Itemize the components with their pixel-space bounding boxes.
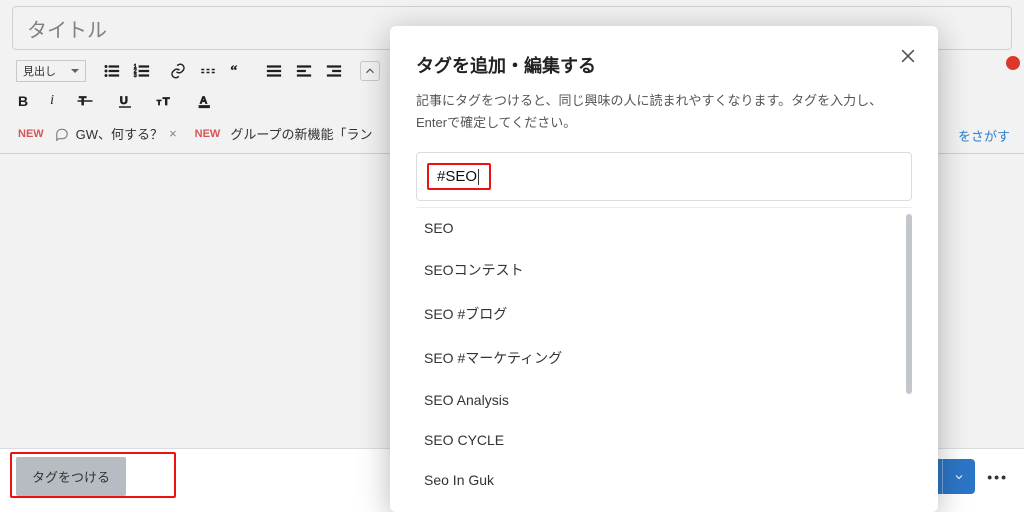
tag-option[interactable]: SEO #マーケティング xyxy=(416,336,912,380)
add-tag-button[interactable]: タグをつける xyxy=(16,457,126,496)
tag-input-value: #SEO xyxy=(437,168,477,185)
more-menu-icon[interactable]: ••• xyxy=(987,469,1008,485)
tag-modal: タグを追加・編集する 記事にタグをつけると、同じ興味の人に読まれやすくなります。… xyxy=(390,26,938,512)
tag-option[interactable]: SEO #ブログ xyxy=(416,292,912,336)
tag-option[interactable]: SEO CYCLE xyxy=(416,420,912,460)
tag-option[interactable]: SEOコンテスト xyxy=(416,248,912,292)
tag-option[interactable]: SEO xyxy=(416,208,912,248)
close-button[interactable] xyxy=(894,42,922,70)
tag-input-wrap[interactable]: #SEO xyxy=(416,152,912,201)
chevron-down-icon[interactable] xyxy=(942,459,975,494)
tag-option[interactable]: SEO Analysis xyxy=(416,380,912,420)
tag-input[interactable]: #SEO xyxy=(427,163,491,190)
tag-suggestions-list: SEO SEOコンテスト SEO #ブログ SEO #マーケティング SEO A… xyxy=(416,207,912,500)
modal-title: タグを追加・編集する xyxy=(416,52,912,78)
tag-option[interactable]: Seo In Guk xyxy=(416,460,912,500)
modal-desc: 記事にタグをつけると、同じ興味の人に読まれやすくなります。タグを入力し、Ente… xyxy=(416,90,912,134)
